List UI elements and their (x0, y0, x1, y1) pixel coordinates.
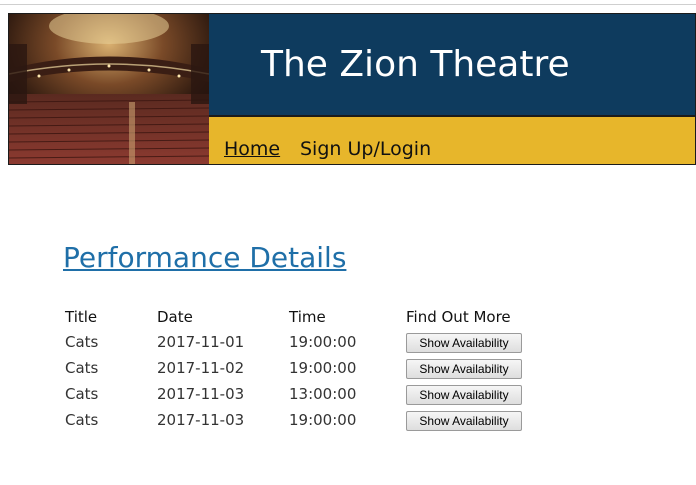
row-date: 2017-11-01 (157, 333, 245, 351)
title-banner: The Zion Theatre (209, 14, 695, 115)
performance-details-heading[interactable]: Performance Details (63, 241, 346, 274)
column-header-date: Date (157, 308, 193, 326)
row-title: Cats (65, 333, 99, 351)
row-time: 13:00:00 (289, 385, 357, 403)
browser-top-divider (0, 4, 696, 5)
table-row: Cats 2017-11-02 19:00:00 Show Availabili… (65, 359, 535, 385)
site-title: The Zion Theatre (261, 44, 570, 85)
performance-table: Title Date Time Find Out More Cats 2017-… (65, 307, 535, 437)
column-header-find-out-more: Find Out More (406, 308, 511, 326)
row-title: Cats (65, 385, 99, 403)
nav-signup-login-link[interactable]: Sign Up/Login (300, 138, 431, 160)
row-time: 19:00:00 (289, 411, 357, 429)
table-header-row: Title Date Time Find Out More (65, 307, 535, 333)
nav-bar: Home Sign Up/Login (209, 115, 695, 164)
row-title: Cats (65, 411, 99, 429)
row-date: 2017-11-03 (157, 411, 245, 429)
row-date: 2017-11-02 (157, 359, 245, 377)
table-row: Cats 2017-11-01 19:00:00 Show Availabili… (65, 333, 535, 359)
show-availability-button[interactable]: Show Availability (406, 359, 522, 379)
row-date: 2017-11-03 (157, 385, 245, 403)
table-row: Cats 2017-11-03 19:00:00 Show Availabili… (65, 411, 535, 437)
row-time: 19:00:00 (289, 359, 357, 377)
show-availability-button[interactable]: Show Availability (406, 411, 522, 431)
show-availability-button[interactable]: Show Availability (406, 385, 522, 405)
theatre-auditorium-image (9, 14, 209, 164)
table-row: Cats 2017-11-03 13:00:00 Show Availabili… (65, 385, 535, 411)
site-header: The Zion Theatre Home Sign Up/Login (8, 13, 696, 165)
column-header-title: Title (65, 308, 98, 326)
row-time: 19:00:00 (289, 333, 357, 351)
row-title: Cats (65, 359, 99, 377)
show-availability-button[interactable]: Show Availability (406, 333, 522, 353)
column-header-time: Time (289, 308, 326, 326)
nav-home-link[interactable]: Home (224, 138, 280, 160)
